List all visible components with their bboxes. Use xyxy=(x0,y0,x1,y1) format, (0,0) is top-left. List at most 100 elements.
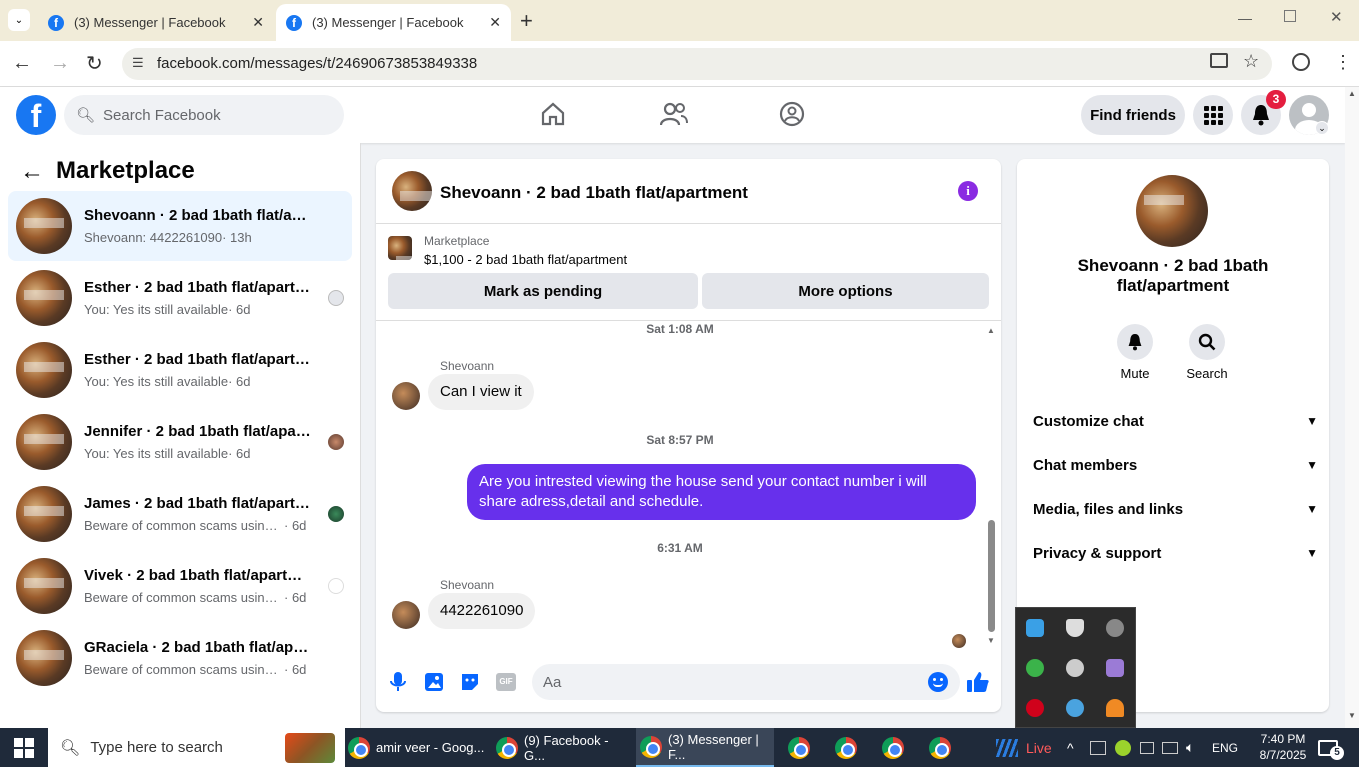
start-button[interactable] xyxy=(14,728,34,767)
search-conversation-button[interactable]: Search xyxy=(1182,324,1232,381)
sticker-icon[interactable] xyxy=(460,672,480,692)
taskbar-app-chrome-1[interactable]: amir veer - Goog... xyxy=(348,728,490,767)
page-scrollbar[interactable]: ▲ ▼ xyxy=(1345,87,1359,728)
emoji-icon[interactable] xyxy=(928,672,948,692)
pen-icon[interactable] xyxy=(1106,659,1124,677)
info-icon[interactable]: i xyxy=(958,181,978,201)
received-message[interactable]: Can I view it xyxy=(428,374,534,410)
globe-tray-icon[interactable] xyxy=(1026,659,1044,677)
gif-icon[interactable]: GIF xyxy=(496,673,516,691)
message-timestamp: 6:31 AM xyxy=(657,541,703,555)
profile-icon[interactable] xyxy=(1292,53,1310,71)
tray-overflow-chevron-icon[interactable]: ^ xyxy=(1067,728,1074,767)
taskbar-chrome-pinned-4[interactable] xyxy=(929,728,951,767)
search-label: Search xyxy=(1186,366,1228,381)
forward-arrow-icon[interactable]: → xyxy=(50,52,70,75)
live-widget[interactable]: Live xyxy=(996,728,1052,767)
taskbar-app-chrome-3[interactable]: (3) Messenger | F... xyxy=(636,728,774,767)
bookmark-star-icon[interactable]: ☆ xyxy=(1243,51,1259,72)
back-arrow-icon[interactable]: ← xyxy=(12,52,32,75)
site-info-icon[interactable]: ☰ xyxy=(132,55,144,71)
conversation-item[interactable]: Jennifer · 2 bad 1bath flat/apart... You:… xyxy=(8,407,352,477)
tab-search-button[interactable]: ⌄ xyxy=(8,9,30,31)
back-arrow-icon[interactable]: ← xyxy=(20,158,44,186)
url-text[interactable]: facebook.com/messages/t/2469067385384933… xyxy=(157,55,477,72)
taskbar-chrome-pinned-2[interactable] xyxy=(835,728,857,767)
voice-clip-icon[interactable] xyxy=(388,671,408,693)
message-sender: Shevoann xyxy=(440,578,495,592)
display-icon[interactable] xyxy=(1162,728,1178,767)
received-message[interactable]: 4422261090 xyxy=(428,593,536,629)
message-placeholder: Aa xyxy=(543,674,562,691)
thumbs-up-icon[interactable] xyxy=(966,670,990,694)
restore-button[interactable] xyxy=(1284,10,1296,22)
chevron-down-icon: ▼ xyxy=(1306,458,1318,472)
attach-photo-icon[interactable] xyxy=(424,672,444,692)
language-indicator[interactable]: ENG xyxy=(1212,728,1238,767)
find-friends-button[interactable]: Find friends xyxy=(1081,95,1185,135)
friends-icon[interactable] xyxy=(660,101,688,127)
taskbar-chrome-pinned-3[interactable] xyxy=(882,728,904,767)
facebook-search-input[interactable]: 🔍︎ Search Facebook xyxy=(64,95,344,135)
details-section[interactable]: Chat members ▼ xyxy=(1033,445,1318,485)
read-receipt-avatar xyxy=(952,634,966,648)
listing-title[interactable]: $1,100 - 2 bad 1bath flat/apartment xyxy=(424,252,627,267)
browser-tray-icon[interactable] xyxy=(1066,699,1084,717)
clock[interactable]: 7:40 PM 8/7/2025 xyxy=(1254,731,1312,763)
new-tab-button[interactable]: + xyxy=(520,8,533,34)
opera-icon[interactable] xyxy=(1026,699,1044,717)
browser-tab-1[interactable]: f (3) Messenger | Facebook ✕ xyxy=(38,4,274,41)
details-section[interactable]: Customize chat ▼ xyxy=(1033,401,1318,441)
close-icon[interactable]: ✕ xyxy=(489,14,501,31)
taskbar-app-chrome-2[interactable]: (9) Facebook - G... xyxy=(496,728,630,767)
message-input[interactable]: Aa xyxy=(532,664,960,700)
search-placeholder: Search Facebook xyxy=(103,106,221,124)
chat-header-avatar[interactable] xyxy=(392,171,432,211)
satellite-icon[interactable] xyxy=(1066,659,1084,677)
mute-label: Mute xyxy=(1120,366,1150,381)
menu-grid-icon[interactable] xyxy=(1193,95,1233,135)
conversation-item[interactable]: Esther · 2 bad 1bath flat/apartment You: … xyxy=(8,335,352,405)
conversation-item[interactable]: GRaciela · 2 bad 1bath flat/apartm... Bew… xyxy=(8,623,352,693)
conversation-item[interactable]: Vivek · 2 bad 1bath flat/apartment Beware… xyxy=(8,551,352,621)
mark-as-pending-button[interactable]: Mark as pending xyxy=(388,273,698,309)
shield-icon[interactable] xyxy=(1066,619,1084,637)
chat-scrollbar[interactable]: ▲ ▼ xyxy=(987,326,996,646)
details-section[interactable]: Media, files and links ▼ xyxy=(1033,489,1318,529)
app-tray-icon[interactable] xyxy=(1026,619,1044,637)
conversation-item[interactable]: James · 2 bad 1bath flat/apartm... Beware… xyxy=(8,479,352,549)
cloud-offline-icon[interactable] xyxy=(1106,619,1124,637)
install-app-icon[interactable] xyxy=(1210,53,1228,68)
network-icon[interactable] xyxy=(1090,728,1106,767)
taskbar-chrome-pinned-1[interactable] xyxy=(788,728,810,767)
sender-avatar[interactable] xyxy=(392,382,420,410)
volume-icon[interactable]: 🔈︎ xyxy=(1186,728,1194,767)
chat-title[interactable]: Shevoann · 2 bad 1bath flat/apartment xyxy=(440,183,748,203)
details-avatar[interactable] xyxy=(1136,175,1208,247)
sender-avatar[interactable] xyxy=(392,601,420,629)
groups-icon[interactable] xyxy=(779,101,805,127)
listing-thumbnail[interactable] xyxy=(388,236,412,260)
more-options-button[interactable]: More options xyxy=(702,273,989,309)
chevron-down-icon: ▼ xyxy=(1306,414,1318,428)
mute-button[interactable]: Mute xyxy=(1110,324,1160,381)
search-icon xyxy=(1189,324,1225,360)
taskbar-app-label: (3) Messenger | F... xyxy=(668,731,759,762)
taskbar-search-box[interactable]: 🔍︎ Type here to search xyxy=(48,728,345,767)
home-icon[interactable] xyxy=(540,101,566,127)
minimize-button[interactable]: — xyxy=(1238,10,1252,26)
reload-icon[interactable]: ↻ xyxy=(86,51,103,76)
camera-icon[interactable] xyxy=(1140,728,1154,767)
details-section[interactable]: Privacy & support ▼ xyxy=(1033,533,1318,573)
close-icon[interactable]: ✕ xyxy=(252,14,264,31)
close-window-button[interactable]: ✕ xyxy=(1330,8,1343,26)
facebook-logo-icon[interactable]: f xyxy=(16,95,56,135)
account-chevron-icon[interactable]: ⌄ xyxy=(1315,121,1329,135)
conversation-item[interactable]: Esther · 2 bad 1bath flat/apartm... You: … xyxy=(8,263,352,333)
cloud-icon[interactable] xyxy=(1106,699,1124,717)
sent-message[interactable]: Are you intrested viewing the house send… xyxy=(467,464,976,520)
app-status-icon[interactable] xyxy=(1115,728,1131,767)
browser-menu-icon[interactable]: ⋮ xyxy=(1334,52,1352,73)
conversation-item[interactable]: Shevoann · 2 bad 1bath flat/apart... Shev… xyxy=(8,191,352,261)
browser-tab-2[interactable]: f (3) Messenger | Facebook ✕ xyxy=(276,4,511,41)
